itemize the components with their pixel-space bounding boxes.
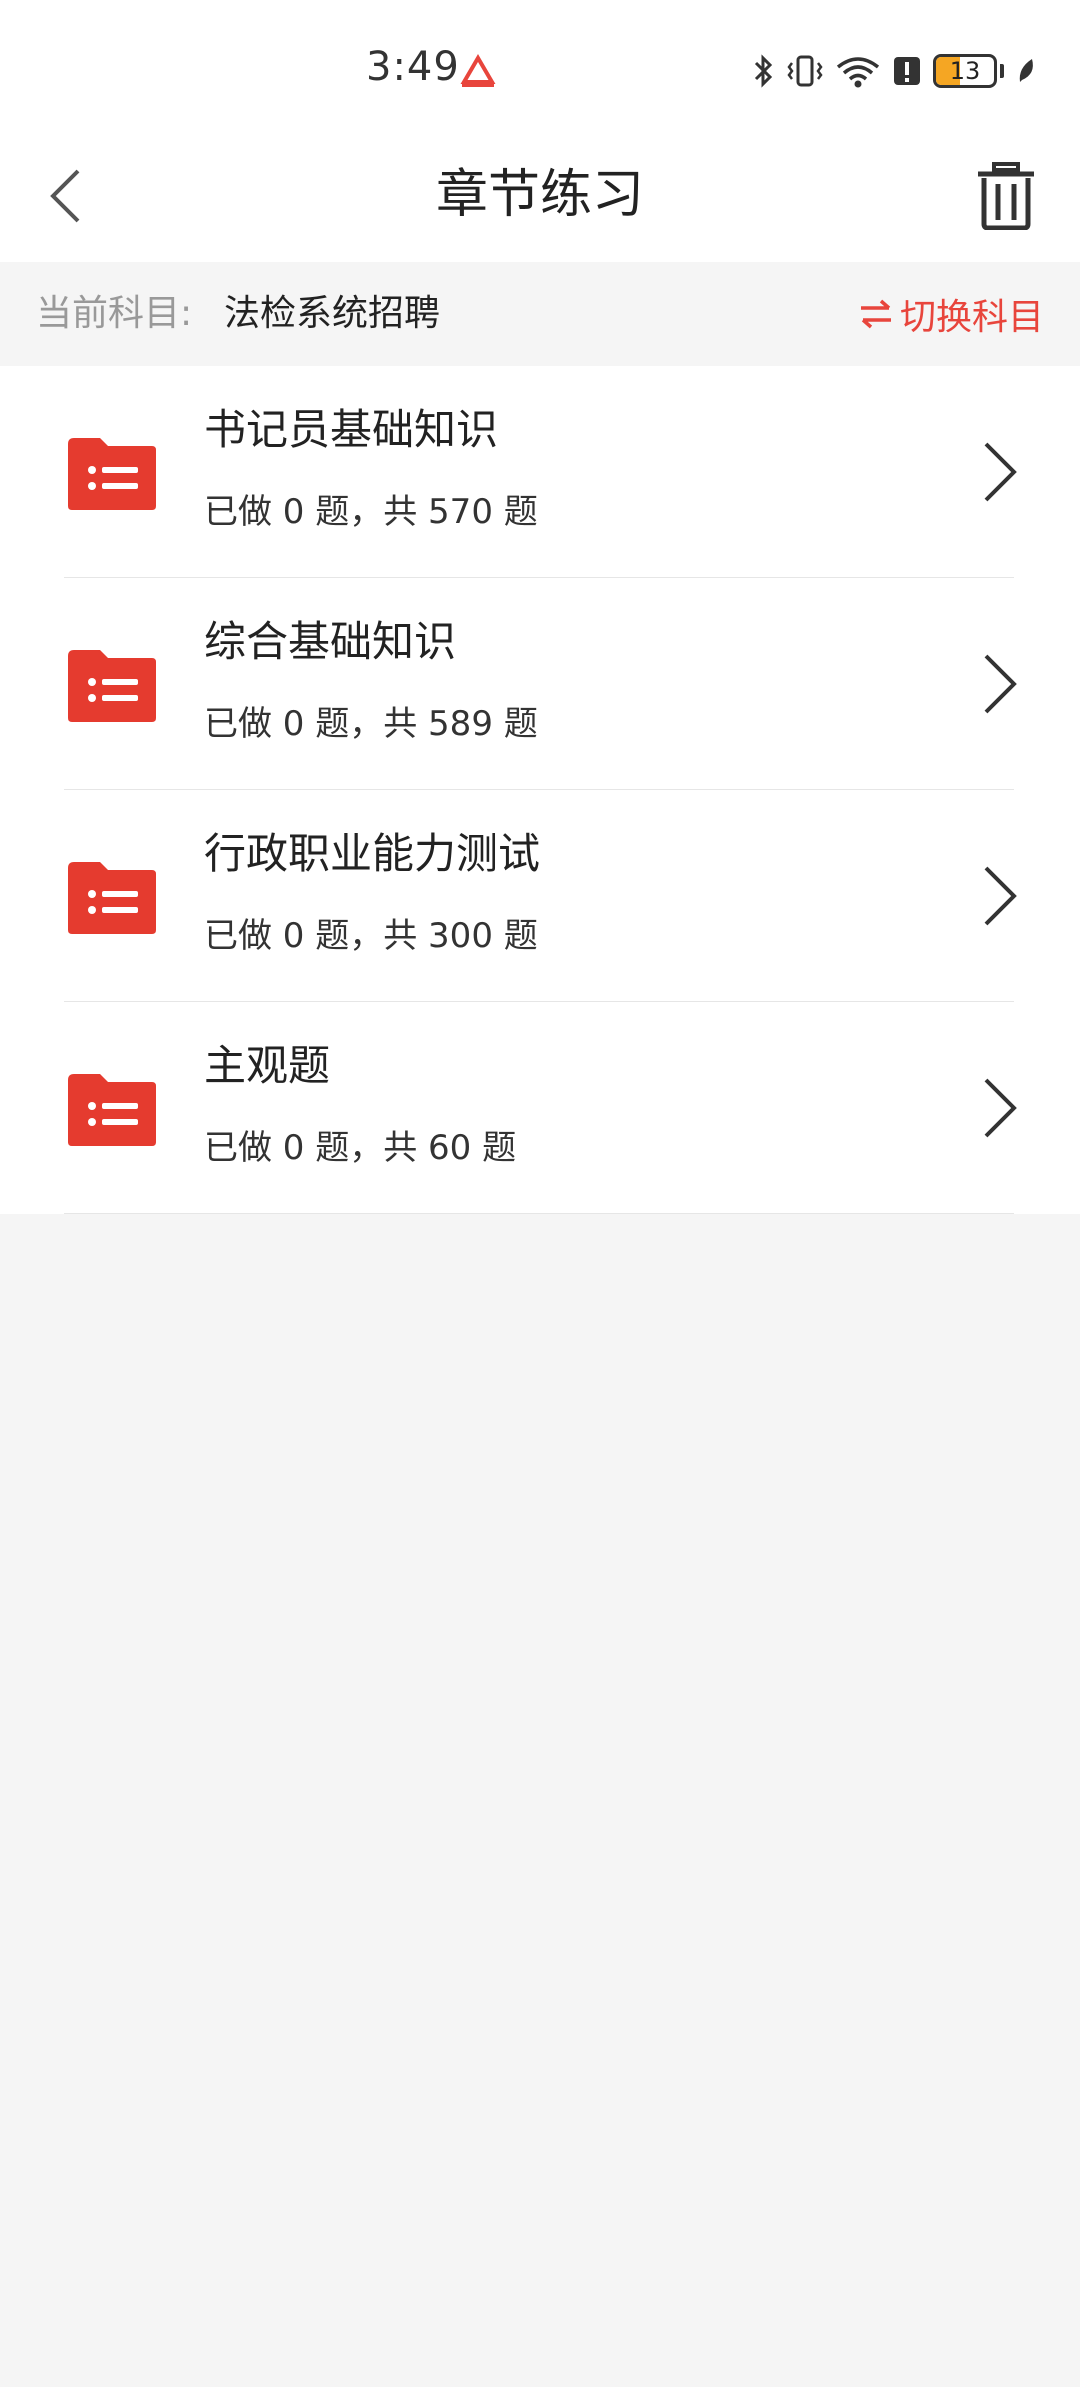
status-bar: 3:49 13 [0, 0, 1080, 130]
chevron-right-icon [984, 654, 1017, 714]
chevron-right-icon [984, 442, 1017, 502]
chapter-list: 书记员基础知识 已做 0 题，共 570 题 综合基础知识 已做 0 题，共 5… [0, 366, 1080, 1214]
folder-list-icon [68, 438, 156, 510]
subject-label: 当前科目: [36, 293, 193, 334]
switch-subject-label: 切换科目 [899, 297, 1044, 338]
app-notification-icon [460, 54, 496, 87]
chapter-item[interactable]: 综合基础知识 已做 0 题，共 589 题 [0, 578, 1080, 790]
status-icons: 13 [753, 50, 1036, 92]
chapter-item[interactable]: 主观题 已做 0 题，共 60 题 [0, 1002, 1080, 1214]
chapter-progress: 已做 0 题，共 300 题 [204, 916, 538, 956]
trash-icon [978, 162, 1034, 230]
chevron-right-icon [984, 1078, 1017, 1138]
chapter-progress: 已做 0 题，共 589 题 [204, 704, 538, 744]
page-title: 章节练习 [435, 165, 644, 225]
chapter-item[interactable]: 行政职业能力测试 已做 0 题，共 300 题 [0, 790, 1080, 1002]
divider [64, 1213, 1014, 1214]
swap-arrows-icon [860, 299, 891, 329]
chapter-title: 书记员基础知识 [204, 405, 499, 454]
battery-icon: 13 [933, 54, 997, 88]
folder-list-icon [68, 1074, 156, 1146]
battery-text: 13 [949, 57, 981, 85]
chapter-title: 行政职业能力测试 [204, 829, 541, 878]
leaf-icon [1019, 59, 1033, 82]
chapter-progress: 已做 0 题，共 570 题 [204, 492, 538, 532]
alert-icon [894, 57, 920, 85]
folder-list-icon [68, 650, 156, 722]
delete-button[interactable] [968, 152, 1044, 240]
chapter-item[interactable]: 书记员基础知识 已做 0 题，共 570 题 [0, 366, 1080, 578]
status-time: 3:49 [366, 44, 460, 90]
battery-tip [1000, 64, 1004, 78]
chevron-right-icon [984, 866, 1017, 926]
chapter-progress: 已做 0 题，共 60 题 [204, 1128, 517, 1168]
chapter-title: 综合基础知识 [204, 617, 457, 666]
wifi-icon [836, 57, 880, 88]
folder-list-icon [68, 862, 156, 934]
chapter-title: 主观题 [204, 1041, 331, 1090]
subject-bar: 当前科目: 法检系统招聘 切换科目 [0, 262, 1080, 366]
subject-value: 法检系统招聘 [224, 293, 441, 334]
bluetooth-icon [754, 54, 773, 88]
header: 章节练习 [0, 130, 1080, 262]
vibrate-icon [787, 55, 823, 87]
switch-subject-button[interactable]: 切换科目 [858, 288, 1044, 340]
